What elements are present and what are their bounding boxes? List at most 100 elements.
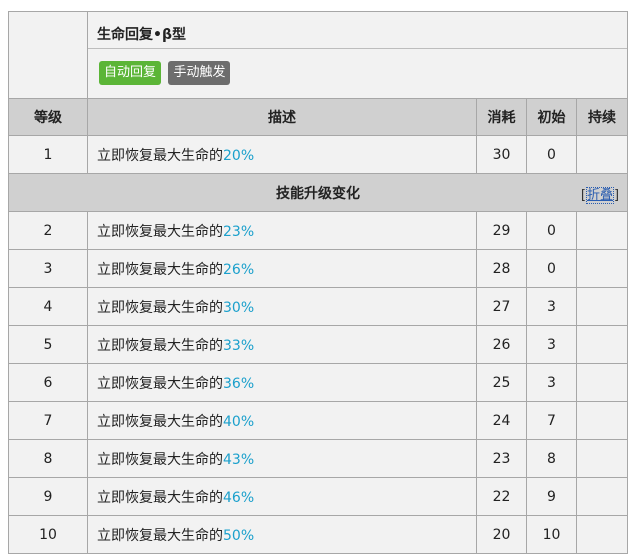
toggle-bracket-close: ] xyxy=(613,188,620,203)
cost-cell: 29 xyxy=(476,211,527,250)
heal-percent: 50% xyxy=(223,527,255,544)
header-desc: 描述 xyxy=(87,98,477,136)
desc-text: 立即恢复最大生命的 xyxy=(97,147,223,164)
table-row: 1 立即恢复最大生命的20% 30 0 xyxy=(8,135,629,174)
heal-percent: 30% xyxy=(223,299,255,316)
cost-cell: 30 xyxy=(476,135,527,174)
cost-cell: 20 xyxy=(476,515,527,554)
table-row: 4 立即恢复最大生命的30% 27 3 xyxy=(8,287,629,326)
skill-title-cell: 生命回复•β型 自动回复 手动触发 xyxy=(86,11,629,99)
duration-cell xyxy=(575,325,629,364)
initial-cell: 9 xyxy=(526,477,577,516)
duration-cell xyxy=(575,439,629,478)
heal-percent: 33% xyxy=(223,337,255,354)
table-row: 3 立即恢复最大生命的26% 28 0 xyxy=(8,249,629,288)
cost-cell: 22 xyxy=(476,477,527,516)
level-cell: 7 xyxy=(8,401,88,440)
tag-manual-trigger: 手动触发 xyxy=(168,61,231,85)
heal-percent: 46% xyxy=(223,489,255,506)
header-cost: 消耗 xyxy=(476,98,527,136)
skill-table: 生命回复•β型 自动回复 手动触发 等级 描述 消耗 初始 持续 1 立即恢复最大… xyxy=(7,11,629,554)
collapse-link[interactable]: 折叠 xyxy=(585,187,614,204)
heal-percent: 23% xyxy=(223,223,255,240)
table-row: 7 立即恢复最大生命的40% 24 7 xyxy=(8,401,629,440)
desc-text: 立即恢复最大生命的 xyxy=(97,299,223,316)
tag-auto-recovery: 自动回复 xyxy=(99,61,162,85)
duration-cell xyxy=(575,363,629,402)
initial-cell: 3 xyxy=(526,363,577,402)
desc-cell: 立即恢复最大生命的30% xyxy=(87,287,477,326)
table-header-row: 等级 描述 消耗 初始 持续 xyxy=(8,98,629,136)
duration-cell xyxy=(575,477,629,516)
desc-text: 立即恢复最大生命的 xyxy=(97,261,223,278)
heal-percent: 26% xyxy=(223,261,255,278)
desc-cell: 立即恢复最大生命的26% xyxy=(87,249,477,288)
initial-cell: 3 xyxy=(526,287,577,326)
initial-cell: 10 xyxy=(526,515,577,554)
desc-text: 立即恢复最大生命的 xyxy=(97,375,223,392)
header-duration: 持续 xyxy=(575,98,629,136)
cost-cell: 24 xyxy=(476,401,527,440)
desc-text: 立即恢复最大生命的 xyxy=(97,337,223,354)
table-row: 9 立即恢复最大生命的46% 22 9 xyxy=(8,477,629,516)
upgrade-section-cell: 技能升级变化 [折叠] xyxy=(7,173,629,212)
header-level: 等级 xyxy=(8,98,88,136)
level-cell: 9 xyxy=(8,477,88,516)
skill-icon-cell xyxy=(8,11,88,99)
heal-percent: 43% xyxy=(223,451,255,468)
desc-text: 立即恢复最大生命的 xyxy=(97,527,223,544)
desc-cell: 立即恢复最大生命的23% xyxy=(87,211,477,250)
table-row: 5 立即恢复最大生命的33% 26 3 xyxy=(8,325,629,364)
level-cell: 3 xyxy=(8,249,88,288)
level-cell: 10 xyxy=(8,515,88,554)
level-cell: 8 xyxy=(8,439,88,478)
desc-text: 立即恢复最大生命的 xyxy=(97,413,223,430)
heal-percent: 20% xyxy=(223,147,255,164)
initial-cell: 0 xyxy=(526,211,577,250)
initial-cell: 0 xyxy=(526,249,577,288)
table-row: 2 立即恢复最大生命的23% 29 0 xyxy=(8,211,629,250)
desc-cell: 立即恢复最大生命的40% xyxy=(87,401,477,440)
level-cell: 5 xyxy=(8,325,88,364)
desc-text: 立即恢复最大生命的 xyxy=(97,451,223,468)
upgrade-section-row: 技能升级变化 [折叠] xyxy=(7,173,629,212)
initial-cell: 8 xyxy=(526,439,577,478)
header-initial: 初始 xyxy=(526,98,577,136)
level-cell: 6 xyxy=(8,363,88,402)
desc-text: 立即恢复最大生命的 xyxy=(97,223,223,240)
heal-percent: 36% xyxy=(223,375,255,392)
cost-cell: 26 xyxy=(476,325,527,364)
table-row: 6 立即恢复最大生命的36% 25 3 xyxy=(8,363,629,402)
skill-name: 生命回复•β型 xyxy=(88,12,628,49)
skill-tags: 自动回复 手动触发 xyxy=(88,49,627,85)
heal-percent: 40% xyxy=(223,413,255,430)
table-row: 8 立即恢复最大生命的43% 23 8 xyxy=(8,439,629,478)
duration-cell xyxy=(575,211,629,250)
desc-text: 立即恢复最大生命的 xyxy=(97,489,223,506)
collapse-toggle: [折叠] xyxy=(581,184,620,204)
duration-cell xyxy=(575,135,629,174)
desc-cell: 立即恢复最大生命的20% xyxy=(87,135,477,174)
upgrade-label: 技能升级变化 xyxy=(276,185,361,202)
level-cell: 1 xyxy=(8,135,88,174)
desc-cell: 立即恢复最大生命的46% xyxy=(87,477,477,516)
desc-cell: 立即恢复最大生命的43% xyxy=(87,439,477,478)
skill-title-row: 生命回复•β型 自动回复 手动触发 xyxy=(8,11,629,99)
cost-cell: 25 xyxy=(476,363,527,402)
desc-cell: 立即恢复最大生命的50% xyxy=(87,515,477,554)
duration-cell xyxy=(575,401,629,440)
level-cell: 2 xyxy=(8,211,88,250)
cost-cell: 27 xyxy=(476,287,527,326)
level-cell: 4 xyxy=(8,287,88,326)
cost-cell: 23 xyxy=(476,439,527,478)
desc-cell: 立即恢复最大生命的36% xyxy=(87,363,477,402)
duration-cell xyxy=(575,287,629,326)
initial-cell: 7 xyxy=(526,401,577,440)
desc-cell: 立即恢复最大生命的33% xyxy=(87,325,477,364)
duration-cell xyxy=(575,515,629,554)
table-row: 10 立即恢复最大生命的50% 20 10 xyxy=(8,515,629,554)
duration-cell xyxy=(575,249,629,288)
initial-cell: 3 xyxy=(526,325,577,364)
initial-cell: 0 xyxy=(526,135,577,174)
cost-cell: 28 xyxy=(476,249,527,288)
